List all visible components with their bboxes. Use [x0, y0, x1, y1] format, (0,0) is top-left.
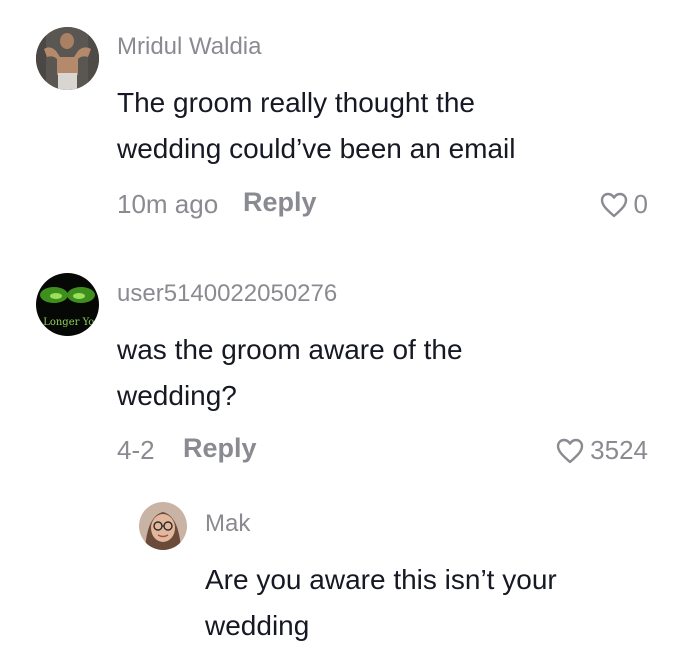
avatar[interactable]: o Longer Yo	[36, 273, 99, 336]
avatar-text: o Longer Yo	[36, 317, 94, 328]
like-count: 3524	[590, 435, 648, 465]
avatar[interactable]	[139, 502, 187, 550]
comment-username[interactable]: user5140022050276	[117, 280, 337, 308]
comment-item: o Longer Yo user5140022050276 was the gr…	[0, 240, 674, 490]
reply-text-line: wedding	[205, 610, 310, 641]
like-count: 0	[633, 189, 648, 219]
comment-username[interactable]: Mridul Waldia	[117, 33, 261, 61]
comment-text: was the groom aware of the wedding?	[117, 327, 463, 419]
comment-text: The groom really thought the wedding cou…	[117, 80, 516, 172]
comment-text-line: was the groom aware of the	[117, 334, 463, 365]
heart-outline-icon	[600, 192, 628, 218]
heart-outline-icon	[556, 438, 584, 464]
avatar[interactable]	[36, 27, 99, 90]
reply-button[interactable]: Reply	[183, 433, 257, 464]
comment-text-line: wedding?	[117, 380, 237, 411]
comment-text-line: The groom really thought the	[117, 87, 475, 118]
like-button[interactable]: 3524	[556, 435, 648, 466]
reply-username[interactable]: Mak	[205, 510, 250, 538]
reply-text-line: Are you aware this isn’t your	[205, 564, 557, 595]
comment-item: Mridul Waldia The groom really thought t…	[0, 0, 674, 240]
reply-button[interactable]: Reply	[243, 187, 317, 218]
comment-text-line: wedding could’ve been an email	[117, 133, 516, 164]
comment-timestamp: 4-2	[117, 435, 155, 465]
reply-text: Are you aware this isn’t your wedding	[205, 557, 557, 649]
like-button[interactable]: 0	[600, 189, 648, 220]
reply-item: Mak Are you aware this isn’t your weddin…	[0, 490, 674, 652]
comment-timestamp: 10m ago	[117, 189, 219, 219]
